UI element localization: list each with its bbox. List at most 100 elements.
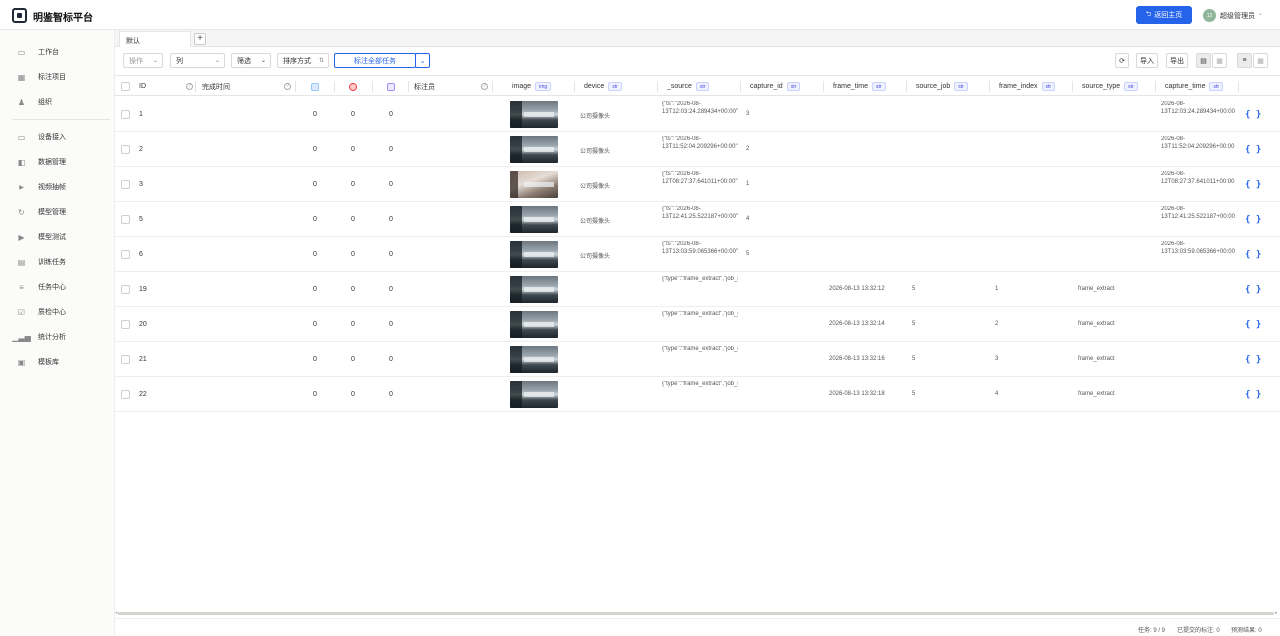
- json-view-icon[interactable]: { }: [1245, 390, 1261, 400]
- table-row[interactable]: 1 0 0 0 公司摄像头 {"ts":"2026-08-13T12:03:24…: [115, 97, 1280, 132]
- json-view-icon[interactable]: { }: [1245, 285, 1261, 295]
- sidebar-item-projects[interactable]: ▦ 标注项目: [0, 67, 115, 87]
- sidebar-item-models[interactable]: ↻ 模型管理: [0, 202, 115, 222]
- avatar[interactable]: 12: [1203, 9, 1216, 22]
- table-row[interactable]: 20 0 0 0 {"type":"frame_extract","job_id…: [115, 307, 1280, 342]
- sidebar-item-training[interactable]: ▤ 训练任务: [0, 252, 115, 272]
- cell-image-thumbnail[interactable]: [510, 171, 558, 198]
- sort-button[interactable]: 排序方式 ⇅: [277, 53, 329, 68]
- select-all-checkbox[interactable]: [121, 82, 130, 91]
- grid-view-toggle[interactable]: ▦: [1212, 53, 1227, 68]
- sidebar-item-video-frames[interactable]: ▶ 视频抽帧: [0, 177, 115, 197]
- json-view-icon[interactable]: { }: [1245, 180, 1261, 190]
- column-header-annotator[interactable]: 标注员: [414, 77, 435, 96]
- row-checkbox[interactable]: [121, 180, 130, 189]
- filter-dropdown[interactable]: 筛选 ⌄: [231, 53, 271, 68]
- label-all-dropdown-toggle[interactable]: ⌄: [415, 53, 430, 68]
- column-header-capture-id[interactable]: capture_id str: [750, 77, 801, 96]
- table-row[interactable]: 22 0 0 0 {"type":"frame_extract","job_id…: [115, 377, 1280, 412]
- column-divider: [906, 81, 907, 92]
- label-all-tasks-button[interactable]: 标注全部任务: [334, 53, 416, 68]
- actions-label: 操作: [129, 57, 143, 65]
- columns-dropdown[interactable]: 列 ⌄: [170, 53, 225, 68]
- chevron-down-icon[interactable]: ⌄: [1258, 10, 1263, 17]
- cell-cancelled-count: 0: [351, 321, 355, 328]
- sidebar-item-task-center[interactable]: ≡ 任务中心: [0, 277, 115, 297]
- cell-device: 公司摄像头: [580, 254, 611, 260]
- column-header-frame-time[interactable]: frame_time str: [833, 77, 886, 96]
- horizontal-scrollbar[interactable]: [118, 612, 1274, 615]
- cell-id: 5: [139, 216, 143, 223]
- row-checkbox[interactable]: [121, 285, 130, 294]
- row-checkbox[interactable]: [121, 215, 130, 224]
- refresh-button[interactable]: ⟳: [1115, 53, 1129, 68]
- cell-id: 19: [139, 286, 147, 293]
- column-divider: [195, 81, 196, 92]
- cell-predictions-count: 0: [389, 251, 393, 258]
- scroll-right-icon[interactable]: ▸: [1275, 610, 1278, 616]
- row-checkbox[interactable]: [121, 355, 130, 364]
- list-view-toggle[interactable]: ▤: [1196, 53, 1211, 68]
- back-home-button[interactable]: ⮌ 返回主页: [1136, 6, 1192, 24]
- sidebar-item-statistics[interactable]: ▁▃▅ 统计分析: [0, 327, 115, 347]
- table-row[interactable]: 6 0 0 0 公司摄像头 {"ts":"2026-08-13T13:03:59…: [115, 237, 1280, 272]
- column-header-label: _source: [667, 83, 692, 90]
- json-view-icon[interactable]: { }: [1245, 320, 1261, 330]
- export-button[interactable]: 导出: [1166, 53, 1188, 68]
- actions-dropdown[interactable]: 操作 ⌄: [123, 53, 163, 68]
- cell-image-thumbnail[interactable]: [510, 241, 558, 268]
- column-header-source-type[interactable]: source_type str: [1082, 77, 1138, 96]
- sidebar-item-qa-center[interactable]: ☑ 质检中心: [0, 302, 115, 322]
- gallery-view-toggle[interactable]: ▦: [1253, 53, 1268, 68]
- compact-view-toggle[interactable]: ≡: [1237, 53, 1252, 68]
- tab-default[interactable]: 默认: [119, 31, 191, 47]
- column-header-image[interactable]: image img: [512, 77, 552, 96]
- user-name[interactable]: 超级管理员: [1220, 11, 1255, 21]
- sidebar-item-workbench[interactable]: ▭ 工作台: [0, 42, 115, 62]
- row-checkbox[interactable]: [121, 110, 130, 119]
- help-icon: ?: [186, 83, 193, 90]
- import-button[interactable]: 导入: [1136, 53, 1158, 68]
- add-tab-button[interactable]: +: [194, 33, 206, 45]
- sidebar-item-templates[interactable]: ▣ 模板库: [0, 352, 115, 372]
- sidebar-item-label: 质检中心: [38, 309, 66, 316]
- table-row[interactable]: 2 0 0 0 公司摄像头 {"ts":"2026-08-13T11:52:04…: [115, 132, 1280, 167]
- json-view-icon[interactable]: { }: [1245, 250, 1261, 260]
- table-row[interactable]: 21 0 0 0 {"type":"frame_extract","job_id…: [115, 342, 1280, 377]
- column-header-capture-time[interactable]: capture_time str: [1165, 77, 1224, 96]
- table-row[interactable]: 5 0 0 0 公司摄像头 {"ts":"2026-08-13T12:41:25…: [115, 202, 1280, 237]
- column-header-source-job[interactable]: source_job str: [916, 77, 968, 96]
- json-view-icon[interactable]: { }: [1245, 215, 1261, 225]
- cell-image-thumbnail[interactable]: [510, 381, 558, 408]
- cell-image-thumbnail[interactable]: [510, 276, 558, 303]
- row-checkbox[interactable]: [121, 390, 130, 399]
- json-view-icon[interactable]: { }: [1245, 145, 1261, 155]
- sidebar-item-devices[interactable]: ▭ 设备接入: [0, 127, 115, 147]
- json-view-icon[interactable]: { }: [1245, 110, 1261, 120]
- column-header-device[interactable]: device str: [584, 77, 622, 96]
- json-view-icon[interactable]: { }: [1245, 355, 1261, 365]
- column-header-id[interactable]: ID: [139, 77, 146, 96]
- toolbar: 操作 ⌄ 列 ⌄ 筛选 ⌄ 排序方式 ⇅ 标注全部任务 ⌄ ⟳ 导入 导出 ▤ ▦ ≡ …: [115, 48, 1280, 76]
- column-header-completed-at[interactable]: 完成时间: [202, 77, 230, 96]
- column-header-source[interactable]: _source str: [667, 77, 710, 96]
- table-row[interactable]: 19 0 0 0 {"type":"frame_extract","job_id…: [115, 272, 1280, 307]
- cell-image-thumbnail[interactable]: [510, 136, 558, 163]
- row-checkbox[interactable]: [121, 145, 130, 154]
- cell-image-thumbnail[interactable]: [510, 346, 558, 373]
- column-header-label: source_type: [1082, 83, 1121, 90]
- column-header-frame-index[interactable]: frame_index str: [999, 77, 1056, 96]
- sidebar-item-organization[interactable]: ♟ 组织: [0, 92, 115, 112]
- cell-image-thumbnail[interactable]: [510, 311, 558, 338]
- cell-image-thumbnail[interactable]: [510, 206, 558, 233]
- row-checkbox[interactable]: [121, 320, 130, 329]
- table-row[interactable]: 3 0 0 0 公司摄像头 {"ts":"2026-08-12T08:27:37…: [115, 167, 1280, 202]
- help-icon: ?: [481, 83, 488, 90]
- cell-predictions-count: 0: [389, 321, 393, 328]
- chevron-down-icon: ⌄: [214, 58, 220, 64]
- sidebar-item-data[interactable]: ◧ 数据管理: [0, 152, 115, 172]
- cell-image-thumbnail[interactable]: [510, 101, 558, 128]
- row-checkbox[interactable]: [121, 250, 130, 259]
- sidebar-item-model-test[interactable]: ▶ 模型测试: [0, 227, 115, 247]
- column-divider: [334, 81, 335, 92]
